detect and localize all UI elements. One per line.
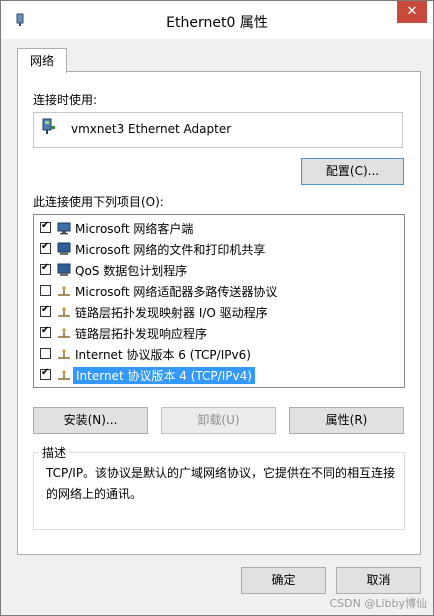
list-item[interactable]: Internet 协议版本 6 (TCP/IPv6) [34, 344, 404, 364]
title-bar: Ethernet0 属性 ✕ [1, 1, 433, 39]
checkbox[interactable] [40, 348, 51, 359]
checkbox[interactable] [40, 325, 51, 338]
service-icon [57, 263, 71, 276]
window-title: Ethernet0 属性 [166, 15, 268, 31]
components-list[interactable]: Microsoft 网络客户端 Microsoft 网络的文件和打印机共享 Qo… [33, 214, 405, 388]
connect-using-label: 连接时使用: [33, 93, 98, 107]
item-label: Internet 协议版本 4 (TCP/IPv4) [73, 367, 255, 384]
network-card-icon [42, 118, 55, 134]
protocol-icon [58, 307, 70, 317]
protocol-icon [58, 328, 70, 338]
item-label: Microsoft 网络的文件和打印机共享 [75, 243, 266, 257]
item-label: 链路层拓扑发现响应程序 [75, 327, 208, 341]
list-item[interactable]: QoS 数据包计划程序 [34, 260, 404, 280]
item-label: 链路层拓扑发现映射器 I/O 驱动程序 [75, 306, 268, 320]
checkbox[interactable] [40, 285, 51, 296]
cancel-button[interactable]: 取消 [336, 567, 421, 594]
list-item[interactable]: 链路层拓扑发现响应程序 [34, 323, 404, 343]
list-item[interactable]: 链路层拓扑发现映射器 I/O 驱动程序 [34, 302, 404, 322]
description-text: TCP/IP。该协议是默认的广域网络协议，它提供在不同的相互连接的网络上的通讯。 [46, 466, 396, 501]
ok-button[interactable]: 确定 [241, 567, 326, 594]
tab-network[interactable]: 网络 [17, 48, 67, 73]
list-item[interactable]: Microsoft 网络客户端 [34, 218, 404, 238]
checkbox[interactable] [40, 367, 51, 380]
protocol-icon [58, 349, 70, 359]
components-label: 此连接使用下列项目(O): [33, 195, 164, 209]
checkbox[interactable] [40, 304, 51, 317]
checkbox[interactable] [40, 262, 51, 275]
install-button[interactable]: 安装(N)... [33, 407, 148, 434]
close-button[interactable]: ✕ [397, 1, 427, 23]
checkbox[interactable] [40, 220, 51, 233]
item-label: Microsoft 网络适配器多路传送器协议 [75, 285, 278, 299]
list-item-selected[interactable]: Internet 协议版本 4 (TCP/IPv4) [34, 365, 404, 385]
client-icon [57, 222, 71, 235]
item-label: Microsoft 网络客户端 [75, 222, 194, 236]
service-icon [57, 242, 71, 255]
watermark: CSDN @Libby博仙 [329, 597, 427, 610]
uninstall-button[interactable]: 卸载(U) [161, 407, 276, 434]
configure-button[interactable]: 配置(C)... [301, 158, 404, 185]
item-label: QoS 数据包计划程序 [75, 264, 188, 278]
checkbox[interactable] [40, 241, 51, 254]
adapter-name: vmxnet3 Ethernet Adapter [71, 122, 232, 136]
adapter-field: vmxnet3 Ethernet Adapter [33, 112, 403, 148]
properties-button[interactable]: 属性(R) [289, 407, 404, 434]
description-legend: 描述 [39, 444, 70, 461]
protocol-icon [58, 370, 70, 380]
item-label: Internet 协议版本 6 (TCP/IPv6) [75, 348, 251, 362]
properties-dialog: Ethernet0 属性 ✕ 网络 连接时使用: vmxnet3 Etherne… [0, 0, 434, 616]
list-item[interactable]: Microsoft 网络的文件和打印机共享 [34, 239, 404, 259]
list-item[interactable]: Microsoft 网络适配器多路传送器协议 [34, 281, 404, 301]
protocol-icon [58, 286, 70, 296]
